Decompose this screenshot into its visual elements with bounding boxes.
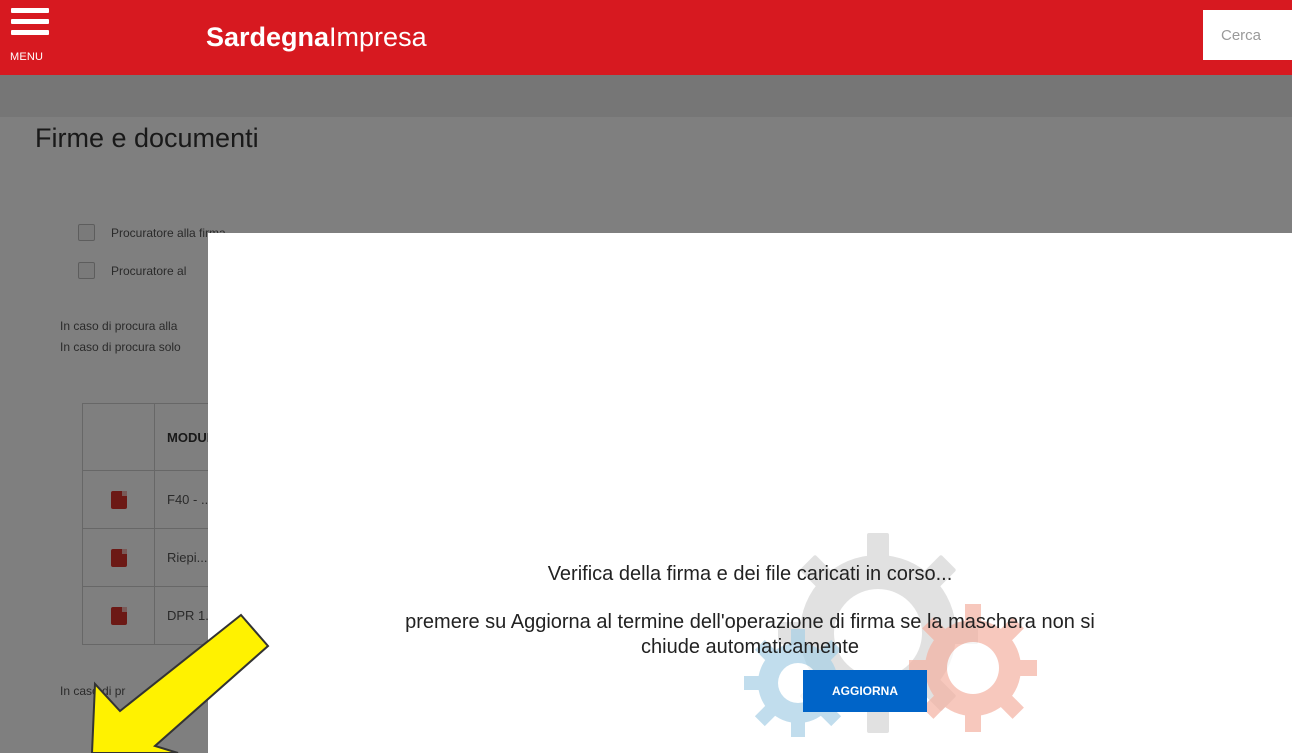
- modal-message: Verifica della firma e dei file caricati…: [547, 563, 953, 585]
- menu-label: MENU: [10, 51, 44, 63]
- menu-button[interactable]: MENU: [10, 6, 52, 64]
- brand-light: Impresa: [329, 22, 427, 52]
- menu-icon-bar: [11, 30, 49, 35]
- top-header: MENU SardegnaImpresa: [0, 0, 1292, 75]
- aggiorna-button[interactable]: AGGIORNA: [803, 670, 927, 712]
- modal-hint: premere su Aggiorna al termine dell'oper…: [208, 610, 1292, 660]
- loading-modal: Verifica della firma e dei file caricati…: [208, 233, 1292, 753]
- menu-icon-bar: [11, 19, 49, 24]
- search-input[interactable]: [1203, 10, 1292, 60]
- arrow-annotation: [90, 613, 270, 753]
- modal-hint-text: premere su Aggiorna al termine dell'oper…: [405, 611, 1095, 658]
- brand-logo[interactable]: SardegnaImpresa: [206, 20, 427, 54]
- brand-bold: Sardegna: [206, 22, 330, 52]
- menu-icon: [11, 8, 49, 13]
